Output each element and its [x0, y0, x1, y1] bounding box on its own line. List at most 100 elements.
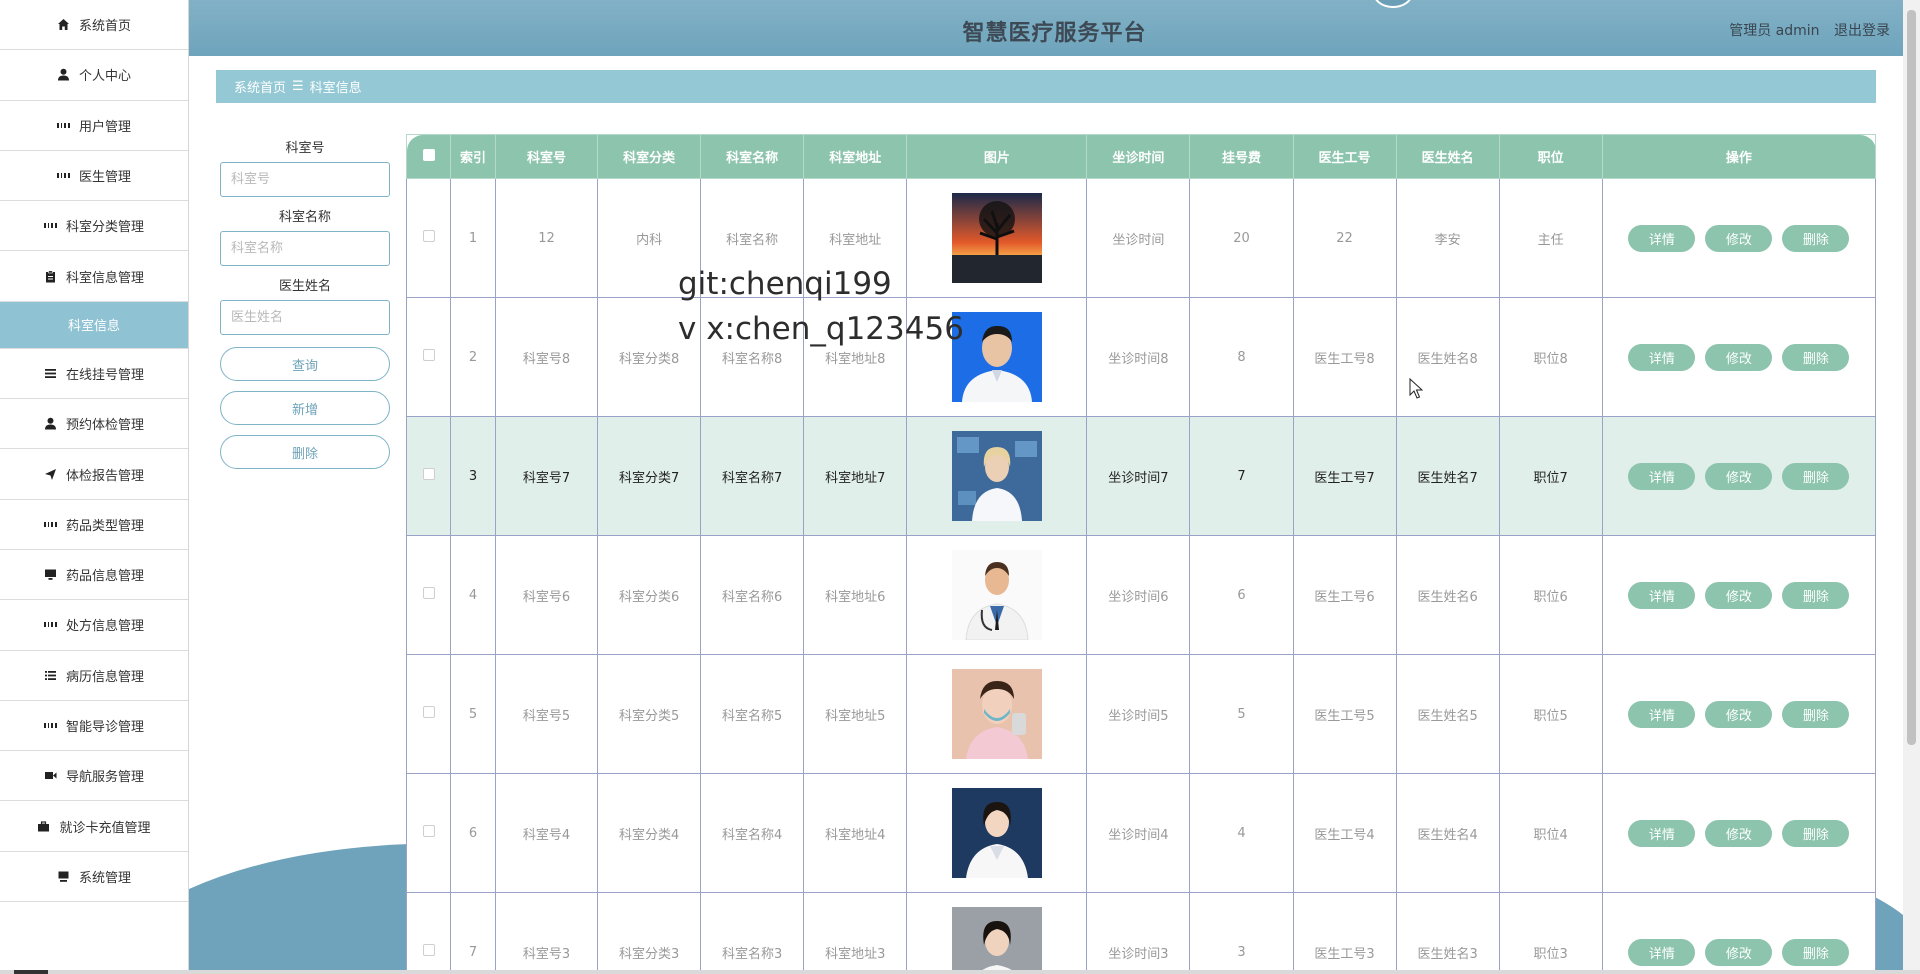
row-select-cell[interactable] — [405, 773, 452, 893]
row-checkbox[interactable] — [422, 944, 435, 956]
breadcrumb-home[interactable]: 系统首页 — [234, 77, 286, 96]
sidebar-item-label: 系统管理 — [78, 870, 131, 886]
row-select-cell[interactable] — [405, 416, 452, 536]
sidebar-item-label: 药品信息管理 — [65, 569, 144, 585]
sidebar-item-report[interactable]: 体检报告管理 — [0, 449, 188, 500]
cell-title: 职位7 — [1498, 416, 1603, 536]
edit-button[interactable]: 修改 — [1705, 224, 1773, 252]
detail-button[interactable]: 详情 — [1628, 224, 1696, 252]
sidebar-item-drug-type[interactable]: 药品类型管理 — [0, 500, 188, 550]
sidebar-item-doctors[interactable]: 医生管理 — [0, 151, 188, 202]
sidebar-item-label: 科室信息管理 — [65, 270, 144, 286]
select-all-cell[interactable] — [405, 134, 452, 179]
logout-link[interactable]: 退出登录 — [1834, 23, 1890, 39]
edit-button[interactable]: 修改 — [1705, 938, 1773, 966]
edit-button[interactable]: 修改 — [1705, 462, 1773, 490]
cell-dept-no: 科室号4 — [495, 773, 599, 893]
sidebar-item-users[interactable]: 用户管理 — [0, 101, 188, 151]
row-checkbox[interactable] — [422, 825, 435, 837]
edit-button[interactable]: 修改 — [1705, 819, 1773, 847]
detail-button[interactable]: 详情 — [1628, 819, 1696, 847]
row-select-cell[interactable] — [405, 297, 452, 417]
sidebar-item-registration[interactable]: 在线挂号管理 — [0, 349, 188, 400]
sidebar-item-medical-record[interactable]: 病历信息管理 — [0, 651, 188, 701]
cell-doctor-name: 医生姓名6 — [1395, 535, 1500, 655]
row-checkbox[interactable] — [422, 706, 435, 718]
table-row[interactable]: 5 科室号5 科室分类5 科室名称5 科室地址5 坐诊时间5 5 医生工号5 医生姓名5 职位5 详… — [405, 654, 1877, 774]
sidebar-item-home[interactable]: 系统首页 — [0, 0, 188, 51]
sidebar-item-guide[interactable]: 智能导诊管理 — [0, 701, 188, 752]
delete-button[interactable]: 删除 — [1782, 938, 1850, 966]
cell-actions: 详情 修改 删除 — [1601, 773, 1877, 893]
delete-button[interactable]: 删除 — [1782, 819, 1850, 847]
sidebar-item-profile[interactable]: 个人中心 — [0, 50, 188, 101]
col-header: 挂号费 — [1189, 134, 1294, 179]
sidebar-item-checkup[interactable]: 预约体检管理 — [0, 399, 188, 450]
table-row[interactable]: 6 科室号4 科室分类4 科室名称4 科室地址4 坐诊时间4 4 医生工号4 医生姓名4 职位4 详… — [405, 773, 1877, 893]
sidebar-item-label: 导航服务管理 — [65, 770, 144, 786]
cell-actions: 详情 修改 删除 — [1601, 416, 1877, 536]
row-select-cell[interactable] — [405, 535, 452, 655]
query-button[interactable]: 查询 — [220, 347, 390, 381]
sidebar-item-navigation[interactable]: 导航服务管理 — [0, 751, 188, 802]
cell-category: 科室分类4 — [597, 773, 702, 893]
table-row[interactable]: 2 科室号8 科室分类8 科室名称8 科室地址8 坐诊时间8 8 医生工号8 医生姓名8 职位8 详… — [405, 297, 1877, 417]
cell-dept-no: 科室号7 — [495, 416, 599, 536]
delete-button[interactable]: 删除 — [1782, 224, 1850, 252]
delete-button[interactable]: 删除 — [1782, 343, 1850, 371]
sidebar-item-drug-info[interactable]: 药品信息管理 — [0, 550, 188, 601]
col-header: 医生姓名 — [1395, 134, 1500, 179]
edit-button[interactable]: 修改 — [1705, 581, 1773, 609]
sidebar-item-label: 处方信息管理 — [65, 619, 144, 635]
dept-name-input[interactable] — [220, 231, 390, 266]
detail-button[interactable]: 详情 — [1628, 938, 1696, 966]
grid-icon — [43, 219, 57, 232]
sidebar-item-dept-info-mgmt[interactable]: 科室信息管理 — [0, 251, 188, 302]
table-row[interactable]: 4 科室号6 科室分类6 科室名称6 科室地址6 坐诊时间6 6 医生工号6 医生姓名6 职位6 详… — [405, 535, 1877, 655]
table-row[interactable]: 7 科室号3 科室分类3 科室名称3 科室地址3 坐诊时间3 3 医生工号3 医生姓名3 职位3 详… — [405, 892, 1877, 974]
table-row[interactable]: 3 科室号7 科室分类7 科室名称7 科室地址7 坐诊时间7 7 医生工号7 医生姓名7 职位7 详… — [405, 416, 1877, 536]
search-panel: 科室号 科室名称 医生姓名 查询 新增 删除 — [220, 140, 390, 479]
row-checkbox[interactable] — [422, 230, 435, 242]
cell-doctor-no: 医生工号7 — [1292, 416, 1397, 536]
row-select-cell[interactable] — [405, 654, 452, 774]
table-row[interactable]: 1 12 内科 科室名称 科室地址 坐诊时间 20 22 李安 主任 详情 修改 删除 — [405, 178, 1877, 298]
sidebar-subitem-dept-info[interactable]: 科室信息 — [0, 301, 188, 349]
row-select-cell[interactable] — [405, 892, 452, 974]
user-area: 管理员 admin 退出登录 — [1719, 20, 1890, 40]
detail-button[interactable]: 详情 — [1628, 462, 1696, 490]
sidebar-item-dept-category[interactable]: 科室分类管理 — [0, 201, 188, 252]
delete-button[interactable]: 删除 — [1782, 581, 1850, 609]
dept-no-input[interactable] — [220, 162, 390, 197]
batch-delete-button[interactable]: 删除 — [220, 435, 390, 469]
add-button[interactable]: 新增 — [220, 391, 390, 425]
select-all-checkbox[interactable] — [422, 148, 435, 161]
sidebar-item-prescription[interactable]: 处方信息管理 — [0, 600, 188, 651]
row-checkbox[interactable] — [422, 468, 435, 480]
cell-image — [906, 535, 1088, 655]
edit-button[interactable]: 修改 — [1705, 700, 1773, 728]
cell-actions: 详情 修改 删除 — [1601, 297, 1877, 417]
vertical-scrollbar[interactable] — [1903, 0, 1920, 974]
cell-actions: 详情 修改 删除 — [1601, 892, 1877, 974]
sidebar-item-label: 在线挂号管理 — [65, 367, 144, 383]
detail-button[interactable]: 详情 — [1628, 581, 1696, 609]
scrollbar-thumb[interactable] — [1907, 10, 1916, 745]
sidebar-item-system[interactable]: 系统管理 — [0, 852, 188, 903]
sidebar-item-card-recharge[interactable]: 就诊卡充值管理 — [0, 801, 188, 852]
sidebar-item-label: 体检报告管理 — [65, 468, 144, 484]
detail-button[interactable]: 详情 — [1628, 700, 1696, 728]
delete-button[interactable]: 删除 — [1782, 462, 1850, 490]
row-checkbox[interactable] — [422, 587, 435, 599]
cell-category: 科室分类7 — [597, 416, 702, 536]
edit-button[interactable]: 修改 — [1705, 343, 1773, 371]
list-icon — [44, 367, 57, 380]
doctor-name-input[interactable] — [220, 300, 390, 335]
cell-time: 坐诊时间8 — [1086, 297, 1191, 417]
row-checkbox[interactable] — [422, 349, 435, 361]
delete-button[interactable]: 删除 — [1782, 700, 1850, 728]
detail-button[interactable]: 详情 — [1628, 343, 1696, 371]
list-icon — [44, 669, 57, 682]
row-select-cell[interactable] — [405, 178, 452, 298]
home-icon — [57, 18, 70, 31]
